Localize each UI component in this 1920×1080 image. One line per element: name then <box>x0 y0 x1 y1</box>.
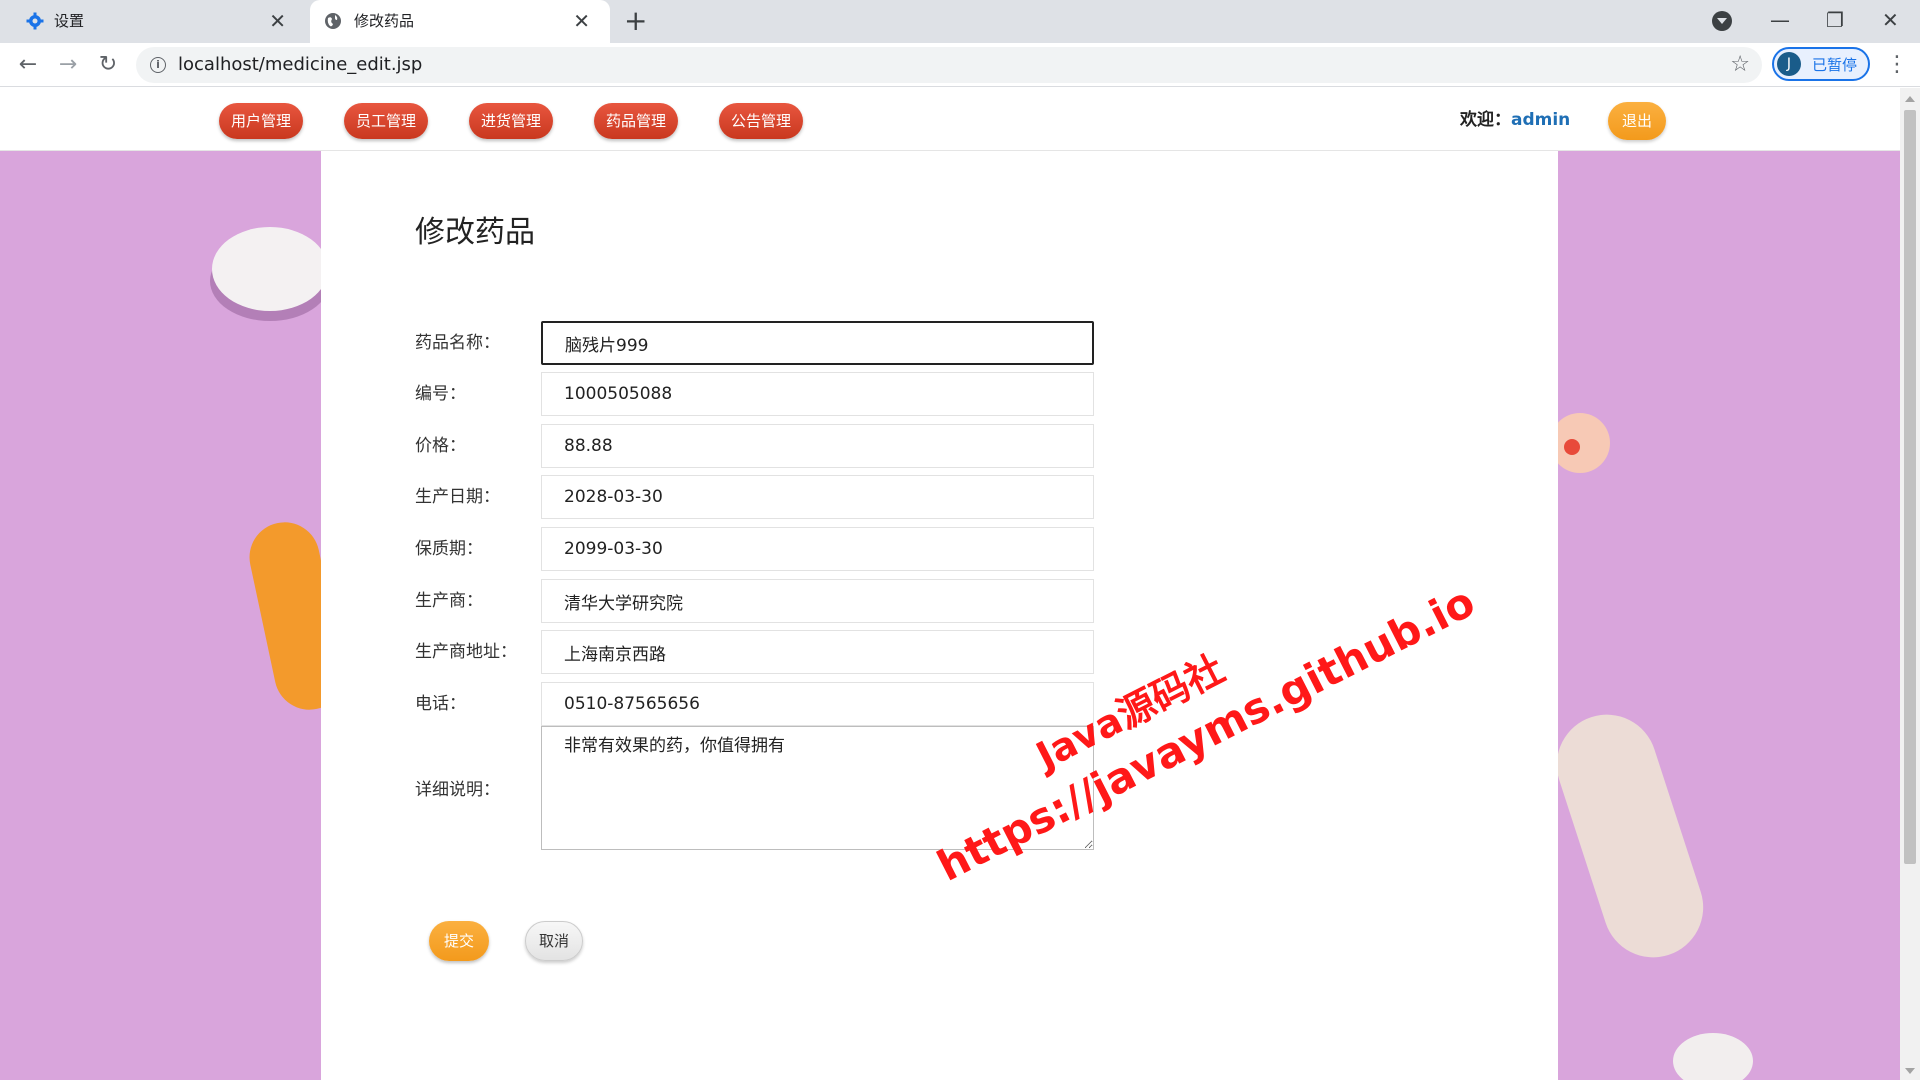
expiry-date-input[interactable] <box>541 527 1094 571</box>
field-label: 生产日期： <box>415 487 500 507</box>
page-title: 修改药品 <box>415 215 535 250</box>
medicine-name-input[interactable] <box>541 321 1094 365</box>
scroll-up-icon[interactable] <box>1905 96 1915 102</box>
field-label: 生产商地址： <box>415 642 517 662</box>
menu-user-management[interactable]: 用户管理 <box>219 103 304 139</box>
page-scrollbar[interactable] <box>1900 88 1920 1080</box>
close-tab-icon[interactable]: ✕ <box>269 10 286 32</box>
menu-purchase-management[interactable]: 进货管理 <box>469 103 554 139</box>
phone-input[interactable] <box>541 682 1094 726</box>
scrollbar-thumb[interactable] <box>1904 110 1916 864</box>
new-tab-button[interactable]: + <box>624 6 647 36</box>
address-bar[interactable]: i localhost/medicine_edit.jsp ☆ <box>136 47 1762 83</box>
cancel-button[interactable]: 取消 <box>525 921 583 961</box>
forward-icon[interactable]: → <box>54 51 82 79</box>
page-viewport: 用户管理 员工管理 进货管理 药品管理 公告管理 欢迎：admin 退出 修改药… <box>0 88 1900 1080</box>
field-label: 价格： <box>415 436 466 456</box>
url-text: localhost/medicine_edit.jsp <box>178 54 423 75</box>
manufacturer-address-input[interactable] <box>541 630 1094 674</box>
manufacturer-input[interactable] <box>541 579 1094 623</box>
minimize-icon[interactable]: — <box>1770 6 1790 34</box>
field-label: 生产商： <box>415 591 483 611</box>
browser-menu-icon[interactable]: ⋮ <box>1886 51 1908 79</box>
field-label: 电话： <box>415 694 466 714</box>
field-label: 药品名称： <box>415 333 500 353</box>
profile-status: 已暂停 <box>1812 56 1858 74</box>
restore-icon[interactable]: ❐ <box>1826 6 1844 34</box>
avatar: J <box>1777 52 1801 76</box>
welcome-text: 欢迎：admin <box>1460 110 1570 130</box>
production-date-input[interactable] <box>541 475 1094 519</box>
tab-title: 设置 <box>54 12 85 30</box>
browser-tab-strip: 设置 ✕ 修改药品 ✕ + — ❐ ✕ <box>0 0 1920 43</box>
close-window-icon[interactable]: ✕ <box>1882 6 1899 34</box>
welcome-label: 欢迎： <box>1460 110 1511 130</box>
menu-medicine-management[interactable]: 药品管理 <box>594 103 679 139</box>
globe-icon <box>325 13 341 29</box>
scroll-down-icon[interactable] <box>1905 1068 1915 1074</box>
profile-button[interactable]: J 已暂停 <box>1772 47 1870 81</box>
menu-notice-management[interactable]: 公告管理 <box>719 103 804 139</box>
username-link[interactable]: admin <box>1511 110 1570 130</box>
close-tab-icon[interactable]: ✕ <box>573 10 590 32</box>
tab-title: 修改药品 <box>354 12 415 30</box>
field-label: 详细说明： <box>415 780 500 800</box>
edit-form-panel: 修改药品 药品名称： 编号： 价格： 生产日期： 保质期： 生产商： 生产商地址… <box>321 151 1558 1080</box>
browser-toolbar: ← → ↻ i localhost/medicine_edit.jsp ☆ J … <box>0 43 1920 87</box>
tab-edit-medicine[interactable]: 修改药品 ✕ <box>310 0 610 43</box>
top-navbar: 用户管理 员工管理 进货管理 药品管理 公告管理 欢迎：admin 退出 <box>0 88 1900 151</box>
gear-icon <box>26 12 44 30</box>
tab-search-icon[interactable] <box>1712 11 1732 31</box>
menu-staff-management[interactable]: 员工管理 <box>344 103 429 139</box>
field-label: 保质期： <box>415 539 483 559</box>
logout-button[interactable]: 退出 <box>1608 102 1666 140</box>
site-info-icon[interactable]: i <box>150 57 166 73</box>
price-input[interactable] <box>541 424 1094 468</box>
back-icon[interactable]: ← <box>14 51 42 79</box>
field-label: 编号： <box>415 384 466 404</box>
bookmark-star-icon[interactable]: ☆ <box>1730 52 1750 78</box>
reload-icon[interactable]: ↻ <box>94 51 122 79</box>
code-input[interactable] <box>541 372 1094 416</box>
submit-button[interactable]: 提交 <box>429 921 489 961</box>
tab-settings[interactable]: 设置 ✕ <box>0 0 306 43</box>
